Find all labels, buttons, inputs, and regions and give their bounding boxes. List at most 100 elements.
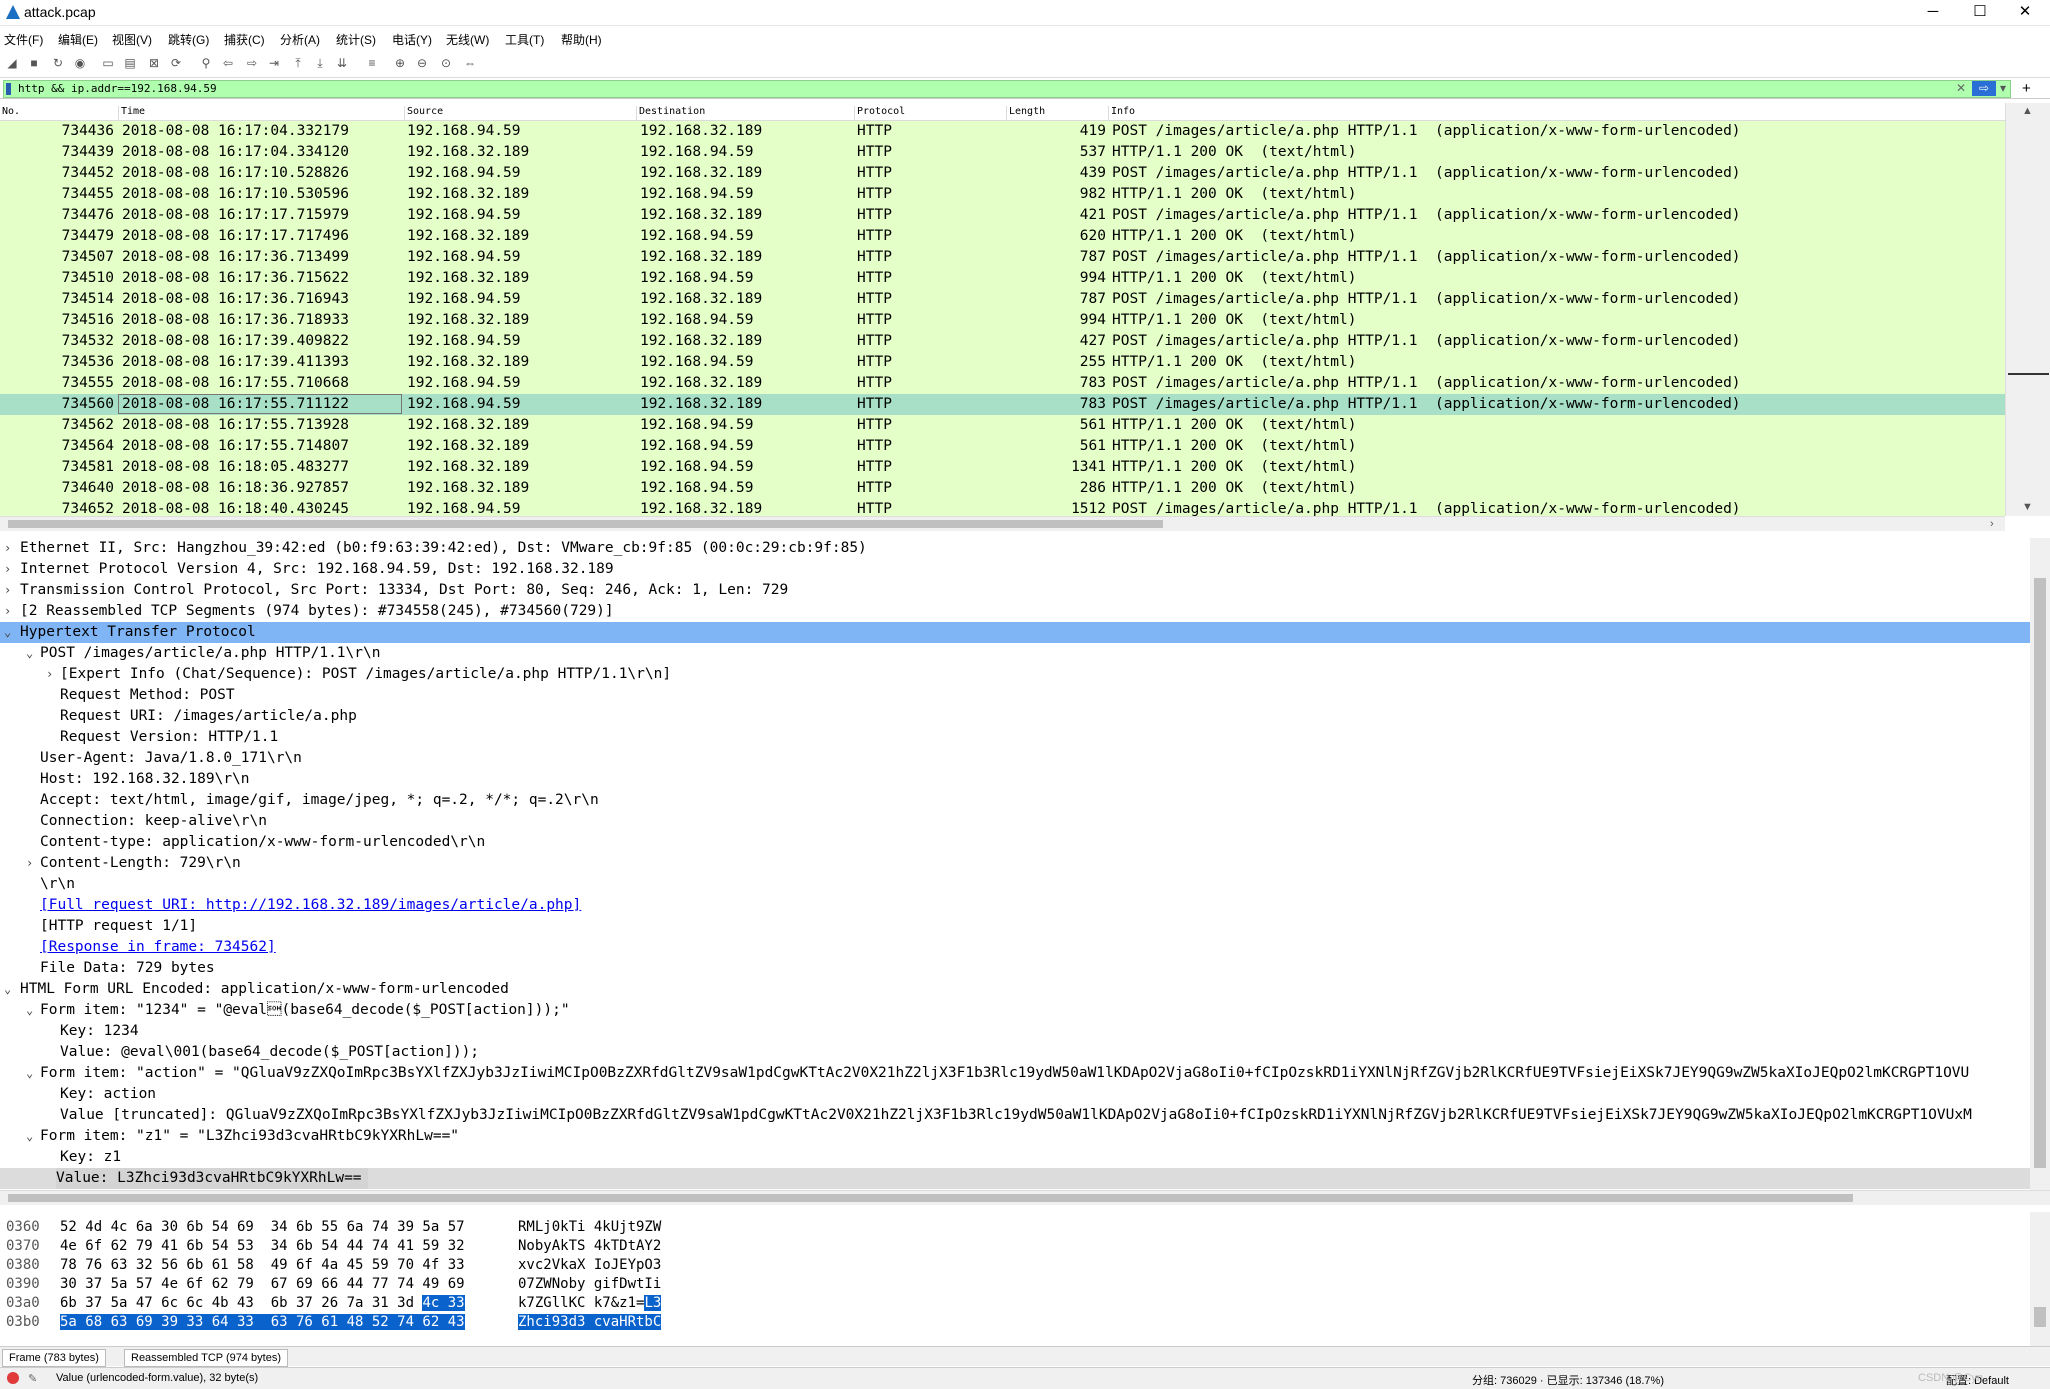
- collapse-arrow-icon[interactable]: ⌄: [26, 643, 38, 664]
- packet-row[interactable]: 734476 2018-08-08 16:17:17.715979 192.168.…: [0, 205, 2005, 226]
- back-icon[interactable]: ⇦: [220, 55, 236, 71]
- edit-comment-icon[interactable]: ✎: [28, 1372, 37, 1385]
- detail-tree-item[interactable]: Accept: text/html, image/gif, image/jpeg…: [0, 790, 2030, 811]
- packet-row[interactable]: 734532 2018-08-08 16:17:39.409822 192.168.…: [0, 331, 2005, 352]
- menu-item-8[interactable]: 无线(W): [446, 31, 489, 48]
- save-icon[interactable]: ▤: [122, 55, 138, 71]
- colorize-icon[interactable]: ≡: [364, 55, 380, 71]
- resize-columns-icon[interactable]: ⇔: [462, 55, 478, 71]
- packet-row[interactable]: 734564 2018-08-08 16:17:55.714807 192.168.…: [0, 436, 2005, 457]
- column-header-destination[interactable]: Destination: [636, 106, 705, 120]
- detail-tree-item[interactable]: User-Agent: Java/1.8.0_171\r\n: [0, 748, 2030, 769]
- packet-row[interactable]: 734436 2018-08-08 16:17:04.332179 192.168.…: [0, 121, 2005, 142]
- tab-reassembled-tcp[interactable]: Reassembled TCP (974 bytes): [124, 1349, 288, 1367]
- packet-row[interactable]: 734640 2018-08-08 16:18:36.927857 192.168.…: [0, 478, 2005, 499]
- packet-row[interactable]: 734455 2018-08-08 16:17:10.530596 192.168.…: [0, 184, 2005, 205]
- detail-tree-item[interactable]: Value: @eval\001(base64_decode($_POST[ac…: [0, 1042, 2030, 1063]
- detail-link[interactable]: [Response in frame: 734562]: [40, 937, 276, 958]
- detail-tree-item[interactable]: Request URI: /images/article/a.php: [0, 706, 2030, 727]
- detail-tree-item[interactable]: Key: 1234: [0, 1021, 2030, 1042]
- expand-arrow-icon[interactable]: ›: [4, 538, 16, 559]
- close-button[interactable]: ✕: [2005, 1, 2045, 23]
- menu-item-2[interactable]: 视图(V): [112, 31, 152, 48]
- detail-tree-item[interactable]: [Full request URI: http://192.168.32.189…: [0, 895, 2030, 916]
- reload-icon[interactable]: ⟳: [168, 55, 184, 71]
- expand-arrow-icon[interactable]: ›: [4, 559, 16, 580]
- detail-tree-item[interactable]: › [Expert Info (Chat/Sequence): POST /ima…: [0, 664, 2030, 685]
- column-header-info[interactable]: Info: [1108, 106, 1135, 120]
- detail-tree-item[interactable]: ⌄ HTML Form URL Encoded: application/x-ww…: [0, 979, 2030, 1000]
- packet-list-vertical-scrollbar[interactable]: ▲ ▼: [2005, 103, 2050, 516]
- packet-row[interactable]: 734652 2018-08-08 16:18:40.430245 192.168.…: [0, 499, 2005, 516]
- packet-list[interactable]: 734436 2018-08-08 16:17:04.332179 192.168.…: [0, 121, 2005, 516]
- details-horizontal-scrollbar[interactable]: [0, 1190, 2050, 1205]
- expand-arrow-icon[interactable]: ›: [4, 601, 16, 622]
- detail-tree-item[interactable]: Key: z1: [0, 1147, 2030, 1168]
- maximize-button[interactable]: ☐: [1960, 1, 2000, 23]
- packet-row[interactable]: 734581 2018-08-08 16:18:05.483277 192.168.…: [0, 457, 2005, 478]
- menu-item-6[interactable]: 统计(S): [336, 31, 376, 48]
- packet-row[interactable]: 734452 2018-08-08 16:17:10.528826 192.168.…: [0, 163, 2005, 184]
- tab-frame-bytes[interactable]: Frame (783 bytes): [2, 1349, 106, 1367]
- first-icon[interactable]: ⤒: [290, 55, 306, 71]
- column-header-protocol[interactable]: Protocol: [854, 106, 905, 120]
- scroll-up-arrow-icon[interactable]: ▲: [2022, 105, 2033, 117]
- column-header-source[interactable]: Source: [404, 106, 443, 120]
- packet-bytes-pane[interactable]: 0360 52 4d 4c 6a 30 6b 54 69 34 6b 55 6a …: [0, 1212, 2030, 1346]
- open-icon[interactable]: ▭: [100, 55, 116, 71]
- packet-row[interactable]: 734439 2018-08-08 16:17:04.334120 192.168.…: [0, 142, 2005, 163]
- display-filter-input[interactable]: http && ip.addr==192.168.94.59: [3, 80, 2011, 98]
- packet-details-tree[interactable]: › Ethernet II, Src: Hangzhou_39:42:ed (b0…: [0, 538, 2030, 1190]
- shark-start-icon[interactable]: ◢: [4, 55, 20, 71]
- detail-tree-item[interactable]: Request Version: HTTP/1.1: [0, 727, 2030, 748]
- detail-tree-item[interactable]: File Data: 729 bytes: [0, 958, 2030, 979]
- detail-tree-item[interactable]: ⌄ Form item: "action" = "QGluaV9zZXQoImRp…: [0, 1063, 2030, 1084]
- packet-row[interactable]: 734514 2018-08-08 16:17:36.716943 192.168.…: [0, 289, 2005, 310]
- column-header-time[interactable]: Time: [118, 106, 145, 120]
- zoom-in-icon[interactable]: ⊕: [392, 55, 408, 71]
- autoscroll-icon[interactable]: ⇊: [334, 55, 350, 71]
- stop-icon[interactable]: ■: [26, 55, 42, 71]
- scrollbar-thumb[interactable]: [2034, 578, 2046, 1168]
- forward-icon[interactable]: ⇨: [244, 55, 260, 71]
- detail-tree-item[interactable]: › Content-Length: 729\r\n: [0, 853, 2030, 874]
- detail-link[interactable]: [Full request URI: http://192.168.32.189…: [40, 895, 581, 916]
- menu-item-10[interactable]: 帮助(H): [561, 31, 602, 48]
- packet-row[interactable]: 734562 2018-08-08 16:17:55.713928 192.168.…: [0, 415, 2005, 436]
- menu-item-3[interactable]: 跳转(G): [168, 31, 209, 48]
- packet-row[interactable]: 734516 2018-08-08 16:17:36.718933 192.168.…: [0, 310, 2005, 331]
- collapse-arrow-icon[interactable]: ⌄: [26, 1063, 38, 1084]
- packet-row[interactable]: 734560 2018-08-08 16:17:55.711122 192.168.…: [0, 394, 2005, 415]
- add-filter-button[interactable]: +: [2022, 81, 2031, 96]
- find-icon[interactable]: ⚲: [198, 55, 214, 71]
- detail-tree-item[interactable]: Value [truncated]: QGluaV9zZXQoImRpc3BsY…: [0, 1105, 2030, 1126]
- column-header-length[interactable]: Length: [1006, 106, 1045, 120]
- packet-list-horizontal-scrollbar[interactable]: ›: [0, 516, 2005, 531]
- packet-row[interactable]: 734536 2018-08-08 16:17:39.411393 192.168.…: [0, 352, 2005, 373]
- packet-row[interactable]: 734555 2018-08-08 16:17:55.710668 192.168.…: [0, 373, 2005, 394]
- packet-row[interactable]: 734479 2018-08-08 16:17:17.717496 192.168.…: [0, 226, 2005, 247]
- menu-item-5[interactable]: 分析(A): [280, 31, 320, 48]
- detail-tree-item[interactable]: ⌄ Form item: "1234" = "@eval(base64_deco…: [0, 1000, 2030, 1021]
- zoom-reset-icon[interactable]: ⊙: [438, 55, 454, 71]
- zoom-out-icon[interactable]: ⊖: [414, 55, 430, 71]
- detail-tree-item[interactable]: Key: action: [0, 1084, 2030, 1105]
- expand-arrow-icon[interactable]: ›: [4, 580, 16, 601]
- detail-tree-item[interactable]: Value: L3Zhci93d3cvaHRtbC9kYXRhLw==: [0, 1168, 2030, 1189]
- bookmark-icon[interactable]: [6, 83, 11, 95]
- scrollbar-thumb[interactable]: [2034, 1307, 2046, 1327]
- expert-info-icon[interactable]: [7, 1372, 19, 1384]
- detail-tree-item[interactable]: ⌄ Hypertext Transfer Protocol: [0, 622, 2030, 643]
- menu-item-9[interactable]: 工具(T): [505, 31, 544, 48]
- expand-arrow-icon[interactable]: ›: [26, 853, 38, 874]
- scrollbar-thumb[interactable]: [8, 1194, 1853, 1202]
- goto-icon[interactable]: ⇥: [266, 55, 282, 71]
- apply-filter-button[interactable]: ⇨: [1972, 81, 1996, 96]
- detail-tree-item[interactable]: › [2 Reassembled TCP Segments (974 bytes)…: [0, 601, 2030, 622]
- scrollbar-thumb[interactable]: [8, 520, 1163, 528]
- options-icon[interactable]: ◉: [72, 55, 88, 71]
- filter-history-dropdown[interactable]: ▾: [2000, 81, 2006, 96]
- details-vertical-scrollbar[interactable]: [2030, 538, 2050, 1190]
- collapse-arrow-icon[interactable]: ⌄: [26, 1126, 38, 1147]
- restart-icon[interactable]: ↻: [50, 55, 66, 71]
